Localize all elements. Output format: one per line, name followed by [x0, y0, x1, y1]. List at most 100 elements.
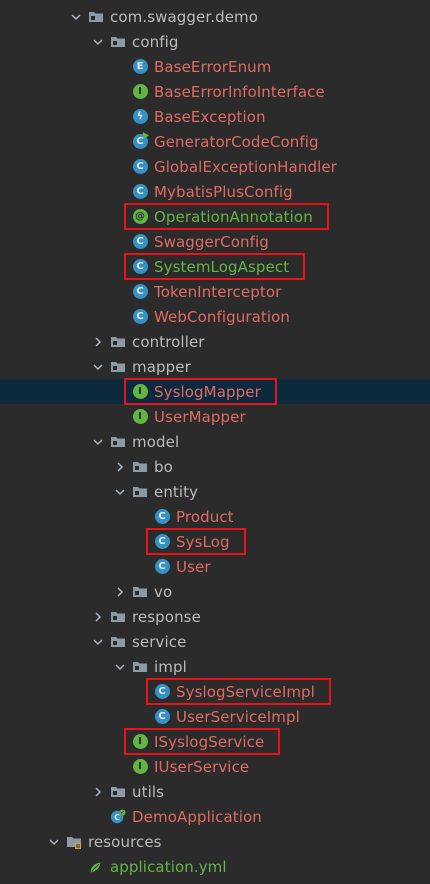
tree-row-syslogmapper[interactable]: I SyslogMapper [0, 379, 430, 404]
tree-row-service[interactable]: service [0, 629, 430, 654]
class-icon: C [154, 559, 170, 575]
tree-item-label: controller [132, 332, 205, 351]
tree-row-swaggerconfig[interactable]: C SwaggerConfig [0, 229, 430, 254]
tree-item-label: GlobalExceptionHandler [154, 157, 337, 176]
interface-icon: I [132, 384, 148, 400]
tree-row-bo[interactable]: bo [0, 454, 430, 479]
chevron-right-icon[interactable] [90, 329, 106, 354]
tree-item-label: application.yml [110, 857, 227, 876]
chevron-right-icon[interactable] [90, 779, 106, 804]
package-folder-icon [110, 609, 126, 625]
tree-item-label: SyslogMapper [154, 382, 261, 401]
tree-row-operationannotation[interactable]: @ OperationAnnotation [0, 204, 430, 229]
tree-row-systemlogaspect[interactable]: C SystemLogAspect [0, 254, 430, 279]
class-icon: C [132, 234, 148, 250]
tree-row-com-swagger-demo[interactable]: com.swagger.demo [0, 4, 430, 29]
tree-row-globalexceptionhandler[interactable]: C GlobalExceptionHandler [0, 154, 430, 179]
tree-item-label: SystemLogAspect [154, 257, 290, 276]
chevron-down-icon[interactable] [112, 479, 128, 504]
tree-row-config[interactable]: config [0, 29, 430, 54]
tree-item-label: SysLog [176, 532, 230, 551]
tree-row-baseerrorinfointerface[interactable]: I BaseErrorInfoInterface [0, 79, 430, 104]
tree-row-product[interactable]: C Product [0, 504, 430, 529]
tree-item-label: SwaggerConfig [154, 232, 269, 251]
tree-item-label: UserMapper [154, 407, 246, 426]
package-folder-icon [110, 334, 126, 350]
tree-item-label: IUserService [154, 757, 250, 776]
tree-item-label: mapper [132, 357, 191, 376]
tree-row-impl[interactable]: impl [0, 654, 430, 679]
tree-row-vo[interactable]: vo [0, 579, 430, 604]
tree-row-baseexception[interactable]: ϟ BaseException [0, 104, 430, 129]
chevron-down-icon[interactable] [46, 829, 62, 854]
tree-row-response[interactable]: response [0, 604, 430, 629]
class-icon: C [132, 284, 148, 300]
tree-row-tokeninterceptor[interactable]: C TokenInterceptor [0, 279, 430, 304]
class-icon: C [132, 159, 148, 175]
tree-row-resources[interactable]: resources [0, 829, 430, 854]
tree-row-model[interactable]: model [0, 429, 430, 454]
package-folder-icon [132, 484, 148, 500]
tree-item-label: BaseErrorEnum [154, 57, 272, 76]
class-icon: C [132, 184, 148, 200]
tree-item-label: com.swagger.demo [110, 7, 259, 26]
tree-item-label: vo [154, 582, 173, 601]
package-folder-icon [110, 359, 126, 375]
package-folder-icon [88, 9, 104, 25]
tree-row-mybatisplusconfig[interactable]: C MybatisPlusConfig [0, 179, 430, 204]
package-folder-icon [110, 634, 126, 650]
chevron-down-icon[interactable] [90, 29, 106, 54]
class-icon: C [154, 709, 170, 725]
package-folder-icon [110, 784, 126, 800]
chevron-down-icon[interactable] [90, 629, 106, 654]
tree-row-user[interactable]: C User [0, 554, 430, 579]
tree-item-label: WebConfiguration [154, 307, 291, 326]
tree-item-label: SyslogServiceImpl [176, 682, 315, 701]
tree-row-syslog[interactable]: C SysLog [0, 529, 430, 554]
tree-item-label: UserServiceImpl [176, 707, 300, 726]
chevron-down-icon[interactable] [68, 4, 84, 29]
yaml-file-icon [88, 859, 104, 875]
tree-row-entity[interactable]: entity [0, 479, 430, 504]
tree-item-label: OperationAnnotation [154, 207, 313, 226]
tree-row-userserviceimpl[interactable]: C UserServiceImpl [0, 704, 430, 729]
tree-row-generatorcodeconfig[interactable]: C GeneratorCodeConfig [0, 129, 430, 154]
tree-item-label: resources [88, 832, 162, 851]
tree-row-iuserservice[interactable]: I IUserService [0, 754, 430, 779]
class-icon: C [132, 259, 148, 275]
tree-row-baseerrorenum[interactable]: E BaseErrorEnum [0, 54, 430, 79]
chevron-right-icon[interactable] [90, 604, 106, 629]
tree-row-isyslogservice[interactable]: I ISyslogService [0, 729, 430, 754]
tree-row-demoapplication[interactable]: C DemoApplication [0, 804, 430, 829]
tree-row-controller[interactable]: controller [0, 329, 430, 354]
tree-item-label: response [132, 607, 201, 626]
tree-item-label: entity [154, 482, 199, 501]
tree-row-utils[interactable]: utils [0, 779, 430, 804]
tree-item-label: BaseException [154, 107, 266, 126]
interface-icon: I [132, 759, 148, 775]
chevron-down-icon[interactable] [90, 429, 106, 454]
package-folder-icon [132, 459, 148, 475]
project-tree: com.swagger.demo config E BaseErrorEnum I Bas… [0, 0, 430, 884]
tree-row-syslogserviceimpl[interactable]: C SyslogServiceImpl [0, 679, 430, 704]
spring-boot-class-icon: C [110, 808, 126, 825]
tree-row-mapper[interactable]: mapper [0, 354, 430, 379]
chevron-down-icon[interactable] [90, 354, 106, 379]
tree-item-label: User [176, 557, 211, 576]
tree-item-label: GeneratorCodeConfig [154, 132, 319, 151]
class-icon: C [154, 509, 170, 525]
tree-row-application-yml[interactable]: application.yml [0, 854, 430, 879]
chevron-right-icon[interactable] [112, 454, 128, 479]
interface-icon: I [132, 734, 148, 750]
annotation-icon: @ [132, 209, 148, 225]
package-folder-icon [110, 434, 126, 450]
chevron-right-icon[interactable] [112, 579, 128, 604]
tree-item-label: Product [176, 507, 234, 526]
tree-item-label: service [132, 632, 187, 651]
tree-row-webconfiguration[interactable]: C WebConfiguration [0, 304, 430, 329]
runnable-class-icon: C [132, 131, 149, 150]
tree-row-usermapper[interactable]: I UserMapper [0, 404, 430, 429]
chevron-down-icon[interactable] [112, 654, 128, 679]
tree-item-label: utils [132, 782, 165, 801]
tree-item-label: bo [154, 457, 173, 476]
